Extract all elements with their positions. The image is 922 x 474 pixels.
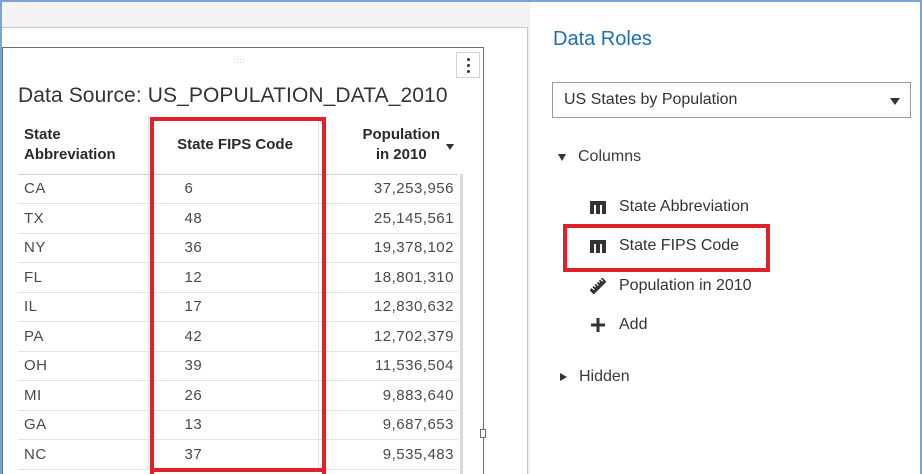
- cell-abbr: NC: [18, 439, 148, 470]
- cell-abbr: NY: [18, 233, 148, 263]
- panel-title: Data Roles: [553, 28, 652, 50]
- role-item-state-abbreviation[interactable]: State Abbreviation: [590, 198, 749, 216]
- data-source-dropdown[interactable]: US States by Population: [552, 82, 911, 118]
- add-label: Add: [619, 316, 648, 333]
- columns-section-toggle[interactable]: Columns: [558, 148, 641, 166]
- cell-population: 9,535,483: [317, 439, 458, 470]
- category-icon: [590, 201, 606, 214]
- add-role-button[interactable]: Add: [590, 316, 647, 334]
- header-line: Abbreviation: [24, 145, 116, 163]
- vertical-scrollbar[interactable]: [460, 174, 463, 474]
- role-item-label: Population in 2010: [619, 277, 752, 294]
- data-source-title: Data Source: US_POPULATION_DATA_2010: [18, 84, 448, 107]
- role-item-population[interactable]: Population in 2010: [590, 277, 752, 295]
- highlight-box-fips-role: [563, 224, 770, 272]
- expand-down-icon: [558, 153, 566, 161]
- cell-abbr: GA: [18, 410, 148, 440]
- cell-abbr: MI: [18, 380, 148, 411]
- dropdown-value: US States by Population: [564, 91, 738, 108]
- cell-abbr: IL: [18, 292, 148, 322]
- cell-abbr: PA: [18, 321, 148, 352]
- more-options-icon[interactable]: [456, 52, 480, 78]
- hidden-label: Hidden: [579, 368, 630, 385]
- chevron-down-icon[interactable]: [890, 98, 900, 105]
- column-header-state-abbreviation[interactable]: State Abbreviation: [18, 116, 148, 175]
- header-line: in 2010: [375, 145, 427, 163]
- hidden-section-toggle[interactable]: Hidden: [560, 368, 630, 386]
- header-line: State: [24, 125, 61, 143]
- canvas-edge: [527, 27, 528, 474]
- cell-population: 37,253,956: [317, 174, 458, 204]
- highlight-box-edge: [150, 468, 326, 472]
- drag-grip-icon[interactable]: ::::: [234, 58, 245, 65]
- cell-population: 11,536,504: [317, 351, 458, 381]
- resize-handle[interactable]: [480, 429, 486, 438]
- cell-population: 9,687,653: [317, 410, 458, 440]
- cell-population: 18,801,310: [317, 262, 458, 293]
- cell-abbr: FL: [18, 262, 148, 293]
- cell-population: 12,830,632: [317, 292, 458, 322]
- cell-population: 12,702,379: [317, 321, 458, 352]
- columns-label: Columns: [578, 148, 642, 165]
- highlight-box-fips-column: [150, 117, 326, 474]
- cell-abbr: CA: [18, 174, 148, 204]
- role-item-label: State Abbreviation: [619, 198, 749, 215]
- cell-population: 9,883,640: [317, 380, 458, 411]
- plus-icon: [591, 318, 605, 332]
- column-header-population[interactable]: Population in 2010: [317, 116, 458, 175]
- header-line: Population: [362, 125, 441, 143]
- cell-abbr: OH: [18, 351, 148, 381]
- cell-population: 25,145,561: [317, 203, 458, 234]
- cell-population: 19,378,102: [317, 233, 458, 263]
- cell-abbr: TX: [18, 203, 148, 234]
- measure-icon: [590, 278, 606, 294]
- expand-right-icon: [560, 373, 567, 381]
- sort-descending-icon[interactable]: [446, 143, 454, 150]
